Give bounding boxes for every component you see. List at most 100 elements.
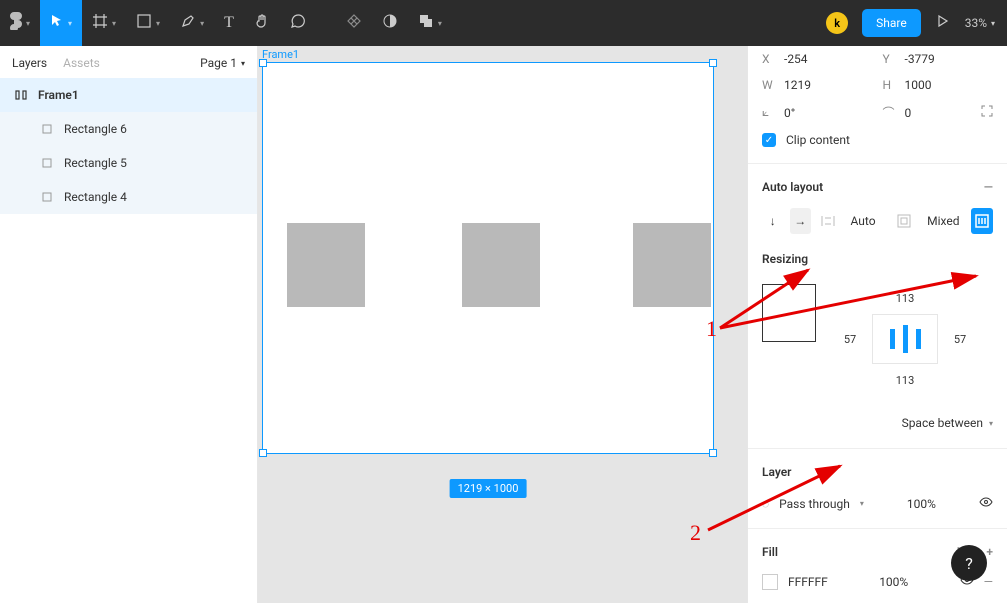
frame-tool-button[interactable]: ▾ — [82, 0, 126, 46]
pen-tool-button[interactable]: ▾ — [170, 0, 214, 46]
share-button[interactable]: Share — [862, 9, 921, 37]
clip-content-checkbox[interactable]: ✓ — [762, 133, 776, 147]
fill-color-swatch[interactable] — [762, 574, 778, 590]
rectangle-icon — [40, 156, 54, 170]
padding-icon[interactable] — [894, 208, 916, 234]
annotation-label-1: 1 — [706, 316, 717, 342]
h-label: H — [883, 78, 897, 92]
layer-name: Rectangle 6 — [64, 122, 127, 136]
canvas[interactable]: Frame1 1219 × 1000 — [258, 46, 747, 603]
chevron-down-icon: ▾ — [26, 19, 30, 28]
page-selector[interactable]: Page 1 ▾ — [200, 56, 245, 70]
spacing-mode-dropdown[interactable]: Space between ▾ — [748, 408, 1007, 438]
union-icon — [418, 13, 434, 33]
direction-vertical-button[interactable]: ↓ — [762, 208, 784, 234]
selected-frame[interactable]: 1219 × 1000 — [262, 62, 714, 454]
canvas-rectangle[interactable] — [287, 223, 365, 307]
resizing-constraint-box[interactable] — [762, 284, 816, 342]
remove-auto-layout-button[interactable]: — — [984, 180, 993, 194]
layer-row-rectangle-5[interactable]: Rectangle 5 — [0, 146, 257, 180]
layer-name: Rectangle 4 — [64, 190, 127, 204]
chevron-down-icon: ▾ — [156, 19, 160, 28]
chevron-down-icon: ▾ — [860, 499, 864, 508]
layer-row-frame1[interactable]: Frame1 — [0, 78, 257, 112]
present-button[interactable] — [935, 14, 949, 32]
rectangle-icon — [40, 122, 54, 136]
layers-panel: Layers Assets Page 1 ▾ Frame1 Rectangle … — [0, 46, 258, 603]
fill-opacity-input[interactable]: 100% — [879, 575, 908, 589]
annotation-label-2: 2 — [690, 520, 701, 546]
add-fill-button[interactable]: + — [986, 545, 993, 559]
hand-tool-button[interactable] — [244, 0, 280, 46]
spacing-auto-value[interactable]: Auto — [845, 214, 882, 228]
spacing-mode-icon[interactable] — [817, 208, 839, 234]
chevron-down-icon: ▾ — [438, 19, 442, 28]
fill-hex-input[interactable]: FFFFFF — [788, 575, 828, 589]
resize-handle-br[interactable] — [709, 449, 717, 457]
main-menu-button[interactable]: ▾ — [0, 0, 40, 46]
radius-input[interactable]: 0 — [905, 106, 974, 120]
page-label: Page 1 — [200, 56, 237, 70]
boolean-button[interactable]: ▾ — [408, 0, 452, 46]
shape-tool-button[interactable]: ▾ — [126, 0, 170, 46]
layer-opacity-input[interactable]: 100% — [907, 497, 936, 511]
text-tool-button[interactable]: T — [214, 0, 244, 46]
components-button[interactable] — [336, 0, 372, 46]
chevron-down-icon: ▾ — [112, 19, 116, 28]
toolbar-left: ▾ ▾ ▾ ▾ ▾ T — [0, 0, 452, 46]
layer-row-rectangle-4[interactable]: Rectangle 4 — [0, 180, 257, 214]
canvas-frame-label[interactable]: Frame1 — [262, 48, 299, 61]
help-button[interactable]: ? — [951, 545, 987, 581]
text-icon: T — [224, 14, 234, 32]
visibility-toggle[interactable] — [979, 495, 993, 512]
layer-section-title: Layer — [762, 465, 792, 479]
pen-icon — [180, 13, 196, 33]
padding-mixed-value[interactable]: Mixed — [921, 214, 965, 228]
frame-icon — [92, 13, 108, 33]
spacing-mode-label: Space between — [902, 416, 983, 430]
w-label: W — [762, 78, 776, 92]
canvas-rectangle[interactable] — [462, 223, 540, 307]
hand-icon — [254, 13, 270, 33]
h-input[interactable]: 1000 — [905, 78, 994, 92]
resize-handle-tr[interactable] — [709, 59, 717, 67]
move-tool-button[interactable]: ▾ — [40, 0, 82, 46]
w-input[interactable]: 1219 — [784, 78, 873, 92]
y-input[interactable]: -3779 — [905, 52, 994, 66]
resize-handle-tl[interactable] — [259, 59, 267, 67]
x-label: X — [762, 52, 776, 66]
user-avatar[interactable]: k — [826, 12, 848, 34]
canvas-rectangle[interactable] — [633, 223, 711, 307]
blend-mode-dropdown[interactable]: Pass through — [779, 497, 850, 511]
zoom-value: 33% — [965, 16, 987, 30]
cursor-icon — [50, 14, 64, 32]
chevron-down-icon: ▾ — [989, 419, 993, 428]
layers-tab[interactable]: Layers — [12, 56, 47, 70]
padding-left-input[interactable]: 57 — [844, 333, 856, 346]
rotation-input[interactable]: 0° — [784, 106, 873, 120]
zoom-control[interactable]: 33% ▾ — [965, 16, 995, 30]
remove-fill-button[interactable]: — — [984, 575, 993, 589]
rotation-icon: ⟀ — [762, 105, 776, 120]
auto-layout-frame-icon — [14, 88, 28, 102]
mask-icon — [382, 13, 398, 33]
comment-tool-button[interactable] — [280, 0, 316, 46]
figma-logo-icon — [10, 12, 22, 34]
comment-icon — [290, 13, 306, 33]
diamond-icon — [346, 13, 362, 33]
alignment-panel-button[interactable] — [971, 208, 993, 234]
layer-row-rectangle-6[interactable]: Rectangle 6 — [0, 112, 257, 146]
x-input[interactable]: -254 — [784, 52, 873, 66]
padding-top-input[interactable]: 113 — [896, 292, 915, 305]
blend-mode-icon[interactable]: ◌ — [762, 497, 769, 511]
mask-button[interactable] — [372, 0, 408, 46]
alignment-preview[interactable] — [872, 314, 938, 364]
assets-tab[interactable]: Assets — [63, 56, 100, 70]
padding-right-input[interactable]: 57 — [954, 333, 966, 346]
independent-corners-icon[interactable] — [981, 105, 993, 120]
chevron-down-icon: ▾ — [991, 19, 995, 28]
top-toolbar: ▾ ▾ ▾ ▾ ▾ T — [0, 0, 1007, 46]
direction-horizontal-button[interactable]: → — [790, 208, 812, 234]
padding-bottom-input[interactable]: 113 — [896, 374, 915, 387]
resize-handle-bl[interactable] — [259, 449, 267, 457]
